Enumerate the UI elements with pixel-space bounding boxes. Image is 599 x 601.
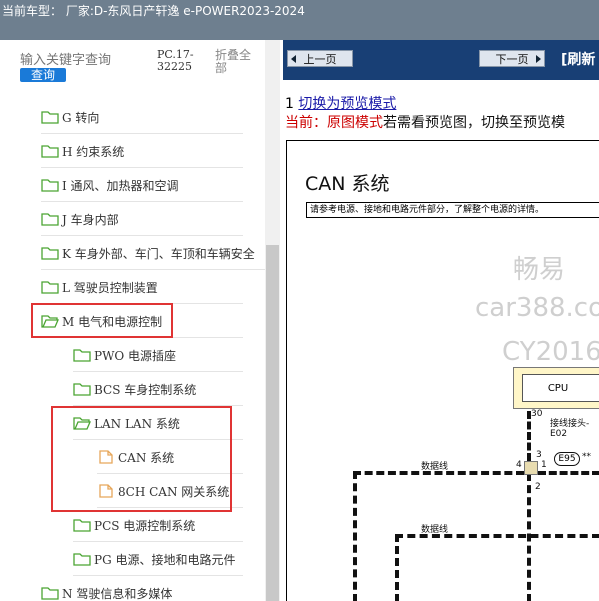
page-nav-bar: 上一页 下一页 [刷新 [283,40,599,80]
pin-label: 1 [541,460,547,470]
tree-item-label: BCS 车身控制系统 [94,382,197,397]
tree-item[interactable]: PCS 电源控制系统 [73,509,243,542]
tree-item-label: N 驾驶信息和多媒体 [62,586,173,601]
pin-label: 2 [535,482,541,492]
data-wire [395,534,399,601]
tree-item[interactable]: K 车身外部、车门、车顶和车辆安全 [41,237,265,270]
arrow-left-icon [291,55,296,63]
watermark-text: CY2016 [502,337,599,367]
document-viewer: 上一页 下一页 [刷新 1 切换为预览模式 当前：原图模式若需看预览图，切换至预… [283,40,599,601]
tree-item[interactable]: J 车身内部 [41,203,243,236]
mode-switch-line: 1 切换为预览模式 [285,93,396,113]
switch-preview-link[interactable]: 切换为预览模式 [298,96,396,112]
wire-label: 数据线 [421,462,449,472]
collapse-all-button[interactable]: 折叠全部 [215,49,255,75]
window-title-bar: 当前车型： 厂家:D-东风日产轩逸 e-POWER2023-2024 [0,0,599,40]
tree-item-label: PWO 电源插座 [94,348,177,363]
folder-icon [73,552,91,566]
wire-label: 数据线 [421,525,449,535]
tree-item[interactable]: I 通风、加热器和空调 [41,169,243,202]
search-input[interactable] [20,50,150,70]
tree-item-label: G 转向 [62,110,100,125]
data-wire [527,411,531,461]
tree-item-label: J 车身内部 [62,212,119,227]
highlight-box [51,406,232,512]
vehicle-title: 当前车型： 厂家:D-东风日产轩逸 e-POWER2023-2024 [2,4,305,18]
watermark-text: 畅易 [513,255,566,285]
tree-item-label: PG 电源、接地和电路元件 [94,552,236,567]
pin-label: 3 [536,450,542,460]
tree-item[interactable]: L 驾驶员控制装置 [41,271,243,304]
search-button[interactable]: 查询 [20,68,66,82]
pin-label: 4 [516,460,522,470]
tree-item[interactable]: BCS 车身控制系统 [73,373,243,406]
connector-label: 接线接头-E02 [550,419,590,439]
folder-icon [41,212,59,226]
cpu-label: CPU [522,374,599,402]
sidebar: 查询 PC.17-32225 折叠全部 G 转向 H 约束系统 I 通风、加热器… [0,40,281,601]
version-label: PC.17-32225 [157,48,194,73]
wiring-diagram: CAN 系统 请参考电源、接地和电路元件部分，了解整个电源的详情。 畅易 car… [286,140,599,601]
scrollbar-thumb[interactable] [266,245,279,601]
connector-code: E95 [554,452,580,466]
folder-icon [41,144,59,158]
arrow-right-icon [536,55,541,63]
wire-junction [524,461,538,475]
refresh-link[interactable]: [刷新 [561,49,595,69]
pin-label: 30 [531,409,543,419]
data-wire [538,471,599,475]
diagram-title: CAN 系统 [305,173,390,195]
folder-icon [41,246,59,260]
current-mode-label: 当前：原图模式 [285,115,383,131]
watermark-text: car388.co [475,293,599,323]
current-mode-line: 当前：原图模式若需看预览图，切换至预览模 [285,112,565,132]
tree-item-label: H 约束系统 [62,144,125,159]
connector-stars: ** [582,452,591,462]
tree-item-label: PCS 电源控制系统 [94,518,196,533]
prev-page-button[interactable]: 上一页 [287,50,353,67]
folder-icon [41,110,59,124]
tree-item[interactable]: G 转向 [41,101,243,134]
diagram-note: 请参考电源、接地和电路元件部分，了解整个电源的详情。 [306,202,599,218]
folder-icon [41,586,59,600]
data-wire [353,471,357,601]
tree-item[interactable]: N 驾驶信息和多媒体 [41,577,243,601]
tree-item-label: K 车身外部、车门、车顶和车辆安全 [62,246,255,261]
tree-item[interactable]: H 约束系统 [41,135,243,168]
tree-item[interactable]: PG 电源、接地和电路元件 [73,543,243,576]
tree-item[interactable]: PWO 电源插座 [73,339,243,372]
next-page-button[interactable]: 下一页 [479,50,545,67]
prev-page-label: 上一页 [303,53,337,66]
folder-icon [73,348,91,362]
tree-item-label: L 驾驶员控制装置 [62,280,158,295]
highlight-box [31,303,173,338]
line-number: 1 [285,96,294,112]
folder-icon [73,518,91,532]
folder-icon [41,280,59,294]
next-page-label: 下一页 [495,53,529,66]
folder-icon [41,178,59,192]
current-mode-hint: 若需看预览图，切换至预览模 [383,115,565,131]
tree-item-label: I 通风、加热器和空调 [62,178,179,193]
folder-icon [73,382,91,396]
